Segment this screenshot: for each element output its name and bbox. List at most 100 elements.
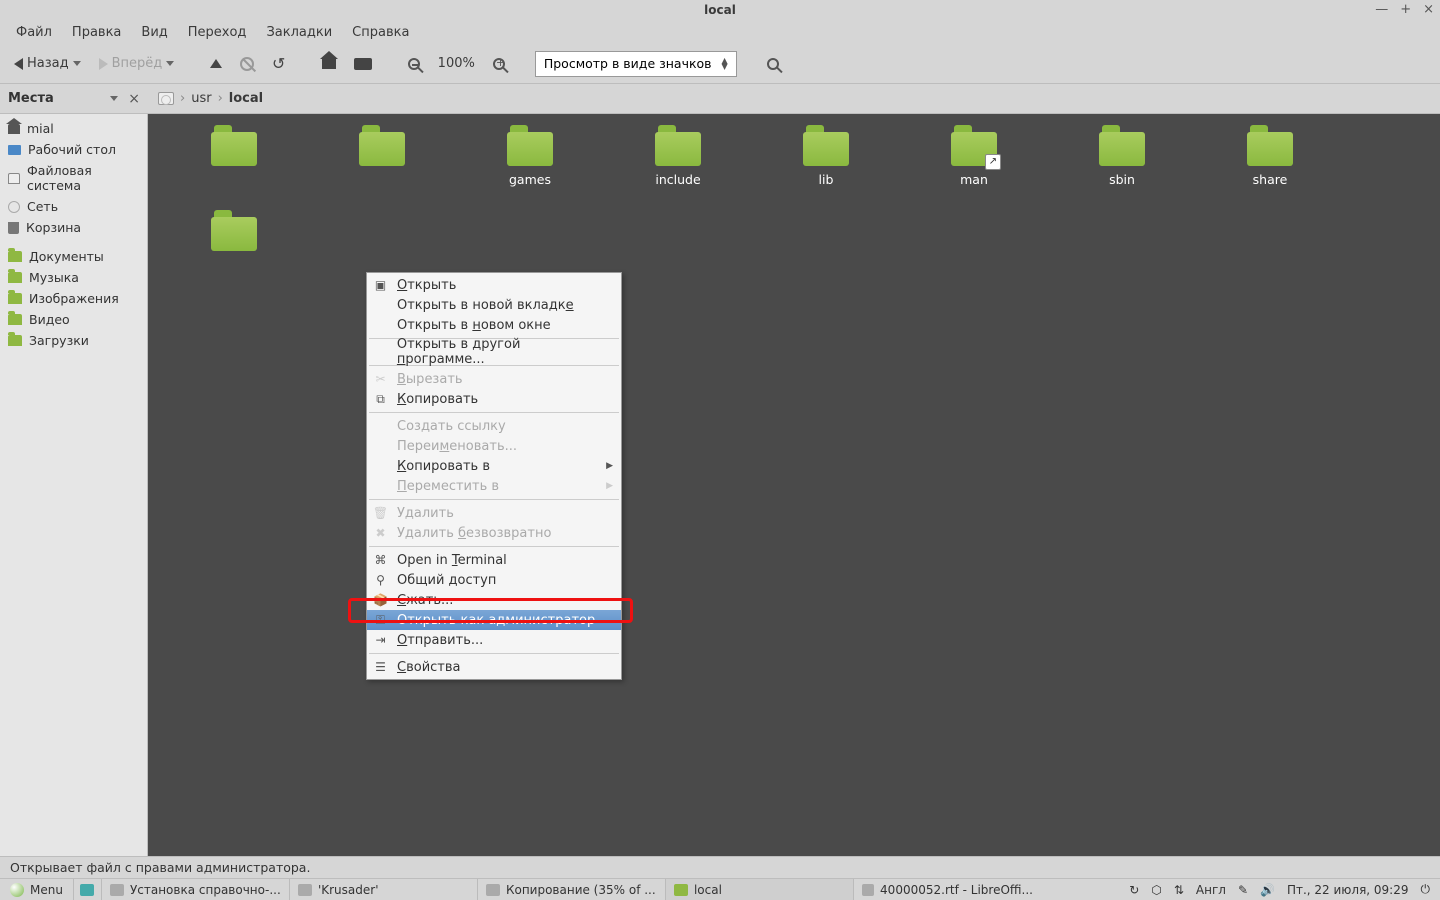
sidebar-item-Видео[interactable]: Видео <box>0 309 147 330</box>
submenu-arrow-icon: ▶ <box>606 461 613 471</box>
crumb-usr[interactable]: usr <box>191 91 211 106</box>
ctx-item[interactable]: Открыть в другой программе... <box>367 342 621 362</box>
toolbar: Назад Вперёд ↻ 100% Просмотр в виде знач… <box>0 44 1440 84</box>
ctx-item[interactable]: 📦Сжать... <box>367 590 621 610</box>
sidebar-item-Документы[interactable]: Документы <box>0 246 147 267</box>
ctx-label: Копировать <box>397 392 478 407</box>
taskbar-task[interactable]: 'Krusader' <box>289 879 477 900</box>
ctx-item[interactable]: ⚲Общий доступ <box>367 570 621 590</box>
sidebar-item-label: mial <box>27 121 54 136</box>
maximize-button[interactable]: + <box>1400 2 1411 17</box>
folder-icon <box>803 132 849 166</box>
folder-label: share <box>1253 172 1288 187</box>
sidebar-item-mial[interactable]: mial <box>0 118 147 139</box>
menu-bookmarks[interactable]: Закладки <box>256 23 342 42</box>
sidebar-item-Загрузки[interactable]: Загрузки <box>0 330 147 351</box>
ctx-label: Открыть <box>397 278 456 293</box>
sidebar-item-Файловая система[interactable]: Файловая система <box>0 160 147 196</box>
ctx-icon: 🗑 <box>373 506 388 520</box>
computer-button[interactable] <box>348 54 378 74</box>
tray-network-icon[interactable]: ⇅ <box>1174 883 1184 897</box>
ctx-label: Открыть в новом окне <box>397 318 551 333</box>
ctx-item[interactable]: ☰Свойства <box>367 657 621 677</box>
minimize-button[interactable]: — <box>1375 2 1388 17</box>
ctx-label: Отправить... <box>397 633 483 648</box>
folder-item-share[interactable]: share <box>1196 132 1344 187</box>
folder-icon <box>951 132 997 166</box>
menu-edit[interactable]: Правка <box>62 23 131 42</box>
up-button[interactable] <box>204 55 228 72</box>
sidebar-item-Изображения[interactable]: Изображения <box>0 288 147 309</box>
sidebar-item-Корзина[interactable]: Корзина <box>0 217 147 238</box>
taskbar-task[interactable]: Копирование (35% of ... <box>477 879 665 900</box>
ctx-label: Open in Terminal <box>397 553 507 568</box>
folder-view[interactable]: gamesincludelibmansbinshare ▣ОткрытьОткр… <box>148 114 1440 856</box>
task-icon <box>674 884 688 896</box>
ctx-label: Свойства <box>397 660 461 675</box>
ctx-item[interactable]: ▣Открыть <box>367 275 621 295</box>
side-panel-title: Места <box>8 91 54 106</box>
sidebar-item-Рабочий стол[interactable]: Рабочий стол <box>0 139 147 160</box>
home-icon <box>322 59 336 69</box>
ctx-item[interactable]: Открыть в новой вкладке <box>367 295 621 315</box>
arrow-up-icon <box>210 59 222 68</box>
taskbar-task[interactable]: Установка справочно-... <box>101 879 289 900</box>
sidebar-item-label: Видео <box>29 312 70 327</box>
home-button[interactable] <box>316 55 342 73</box>
tray-keyboard-lang[interactable]: Англ <box>1196 883 1226 897</box>
start-menu-button[interactable]: Menu <box>0 883 73 897</box>
crumb-local[interactable]: local <box>229 91 263 106</box>
task-label: Установка справочно-... <box>130 883 281 897</box>
reload-icon: ↻ <box>272 54 285 73</box>
ctx-icon: ⚿ <box>373 613 388 628</box>
back-button[interactable]: Назад <box>8 52 87 75</box>
menu-file[interactable]: Файл <box>6 23 62 42</box>
tray-pen-icon[interactable]: ✎ <box>1238 883 1248 897</box>
tray-volume-icon[interactable]: 🔊 <box>1260 883 1275 897</box>
folder-item-include[interactable]: include <box>604 132 752 187</box>
status-text: Открывает файл с правами администратора. <box>10 860 310 875</box>
ctx-item[interactable]: ⚿Открыть как администратор <box>367 610 621 630</box>
close-button[interactable]: × <box>1423 2 1434 17</box>
menu-view[interactable]: Вид <box>131 23 177 42</box>
task-label: Копирование (35% of ... <box>506 883 656 897</box>
search-button[interactable] <box>761 54 785 74</box>
reload-button[interactable]: ↻ <box>266 50 291 77</box>
folder-icon <box>8 314 22 325</box>
folder-icon <box>8 251 22 262</box>
folder-item[interactable] <box>160 217 308 251</box>
ctx-item[interactable]: Копировать в▶ <box>367 456 621 476</box>
ctx-item: ✖Удалить безвозвратно <box>367 523 621 543</box>
tray-update-icon[interactable]: ↻ <box>1129 883 1139 897</box>
tray-clock[interactable]: Пт., 22 июля, 09:29 <box>1287 883 1409 897</box>
tray-shield-icon[interactable]: ⬡ <box>1151 883 1161 897</box>
menu-go[interactable]: Переход <box>178 23 257 42</box>
folder-item-sbin[interactable]: sbin <box>1048 132 1196 187</box>
taskbar-task[interactable]: local <box>665 879 853 900</box>
folder-item-etc[interactable] <box>308 132 456 187</box>
panel-close-icon[interactable]: × <box>128 91 140 107</box>
folder-item-bin[interactable] <box>160 132 308 187</box>
folder-item-man[interactable]: man <box>900 132 1048 187</box>
side-panel-header: Места × <box>0 91 148 107</box>
folder-icon <box>655 132 701 166</box>
ctx-item[interactable]: ⇥Отправить... <box>367 630 621 650</box>
folder-item-games[interactable]: games <box>456 132 604 187</box>
tray-logout-icon[interactable]: ⏻ <box>1421 882 1431 897</box>
window-controls: — + × <box>1375 2 1434 17</box>
sidebar-item-Музыка[interactable]: Музыка <box>0 267 147 288</box>
ctx-item[interactable]: ⌘Open in Terminal <box>367 550 621 570</box>
menu-help[interactable]: Справка <box>342 23 419 42</box>
ctx-item[interactable]: Открыть в новом окне <box>367 315 621 335</box>
zoom-out-button[interactable] <box>402 54 426 74</box>
forward-button[interactable]: Вперёд <box>93 52 181 75</box>
ctx-item[interactable]: ⧉Копировать <box>367 389 621 409</box>
taskbar-task[interactable]: 40000052.rtf - LibreOffi... <box>853 879 1041 900</box>
panel-dropdown-icon[interactable] <box>110 96 118 101</box>
zoom-in-button[interactable] <box>487 54 511 74</box>
show-desktop-button[interactable] <box>73 879 101 900</box>
folder-item-lib[interactable]: lib <box>752 132 900 187</box>
view-mode-select[interactable]: Просмотр в виде значков ▲▼ <box>535 51 737 77</box>
sidebar-item-Сеть[interactable]: Сеть <box>0 196 147 217</box>
drive-icon[interactable] <box>158 92 174 105</box>
